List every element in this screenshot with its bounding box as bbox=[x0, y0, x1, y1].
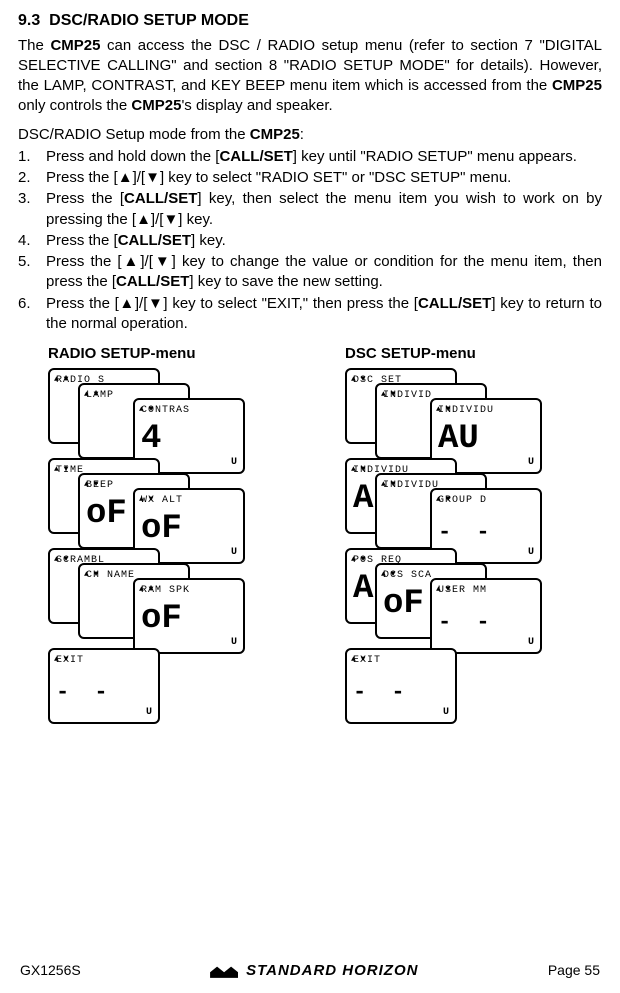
up-down-icon: ▲ ▼ bbox=[139, 586, 153, 594]
menus-row: RADIO SETUP-menu ▲ ▼RADIO S U▲ ▼LAMP U▲ … bbox=[18, 344, 602, 718]
up-down-icon: ▲ ▼ bbox=[54, 556, 68, 564]
up-down-icon: ▲ ▼ bbox=[436, 406, 450, 414]
radio-screen-stack: ▲ ▼RADIO S U▲ ▼LAMP U▲ ▼CONTRAS4U▲ ▼TIME… bbox=[48, 368, 305, 718]
page-footer: GX1256S STANDARD HORIZON Page 55 bbox=[0, 961, 620, 981]
up-down-icon: ▲ ▼ bbox=[436, 496, 450, 504]
up-down-icon: ▲ ▼ bbox=[139, 496, 153, 504]
step-4: Press the [CALL/SET] key. bbox=[18, 231, 602, 251]
footer-page: Page 55 bbox=[548, 961, 600, 980]
up-down-icon: ▲ ▼ bbox=[84, 391, 98, 399]
section-number: 9.3 bbox=[18, 12, 40, 29]
screen-body: 4 bbox=[141, 422, 237, 456]
dsc-screen-stack: ▲ ▼DSC SET U▲ ▼INDIVID U▲ ▼INDIVIDUAUU▲ … bbox=[345, 368, 602, 718]
step-2: Press the [▲]/[▼] key to select "RADIO S… bbox=[18, 168, 602, 188]
up-down-icon: ▲ ▼ bbox=[436, 586, 450, 594]
section-title-text: DSC/RADIO SETUP MODE bbox=[49, 12, 249, 29]
leadin: DSC/RADIO Setup mode from the CMP25: bbox=[18, 125, 602, 145]
up-down-icon: ▲ ▼ bbox=[54, 656, 68, 664]
screen-body: oF bbox=[141, 602, 237, 636]
screen-header: EXIT bbox=[353, 654, 449, 668]
footer-model: GX1256S bbox=[20, 961, 81, 980]
step-3: Press the [CALL/SET] key, then select th… bbox=[18, 189, 602, 230]
u-indicator: U bbox=[231, 546, 237, 560]
step-5: Press the [▲]/[▼] key to change the valu… bbox=[18, 252, 602, 293]
screen-body: oF bbox=[141, 512, 237, 546]
dsc-setup-title: DSC SETUP-menu bbox=[345, 344, 602, 364]
screen-body: - - bbox=[353, 678, 449, 708]
screen-header: GROUP D bbox=[438, 494, 534, 508]
section-heading: 9.3 DSC/RADIO SETUP MODE bbox=[18, 10, 602, 32]
up-down-icon: ▲ ▼ bbox=[381, 571, 395, 579]
up-down-icon: ▲ ▼ bbox=[381, 481, 395, 489]
steps-list: Press and hold down the [CALL/SET] key u… bbox=[18, 147, 602, 334]
up-down-icon: ▲ ▼ bbox=[54, 376, 68, 384]
up-down-icon: ▲ ▼ bbox=[381, 391, 395, 399]
screen-header: WX ALT bbox=[141, 494, 237, 508]
screen-header: INDIVIDU bbox=[438, 404, 534, 418]
lcd-screen: ▲ ▼USER MM - -U bbox=[430, 578, 542, 654]
screen-body: - - bbox=[438, 608, 534, 638]
lcd-screen: ▲ ▼EXIT - -U bbox=[345, 648, 457, 724]
u-indicator: U bbox=[443, 706, 449, 720]
up-down-icon: ▲ ▼ bbox=[54, 466, 68, 474]
brand-text: STANDARD HORIZON bbox=[246, 961, 418, 981]
screen-body: - - bbox=[438, 518, 534, 548]
u-indicator: U bbox=[231, 456, 237, 470]
step-6: Press the [▲]/[▼] key to select "EXIT," … bbox=[18, 294, 602, 335]
radio-setup-column: RADIO SETUP-menu ▲ ▼RADIO S U▲ ▼LAMP U▲ … bbox=[48, 344, 305, 718]
up-down-icon: ▲ ▼ bbox=[351, 656, 365, 664]
screen-header: RAM SPK bbox=[141, 584, 237, 598]
up-down-icon: ▲ ▼ bbox=[84, 571, 98, 579]
u-indicator: U bbox=[528, 456, 534, 470]
dsc-setup-column: DSC SETUP-menu ▲ ▼DSC SET U▲ ▼INDIVID U▲… bbox=[345, 344, 602, 718]
up-down-icon: ▲ ▼ bbox=[351, 556, 365, 564]
radio-setup-title: RADIO SETUP-menu bbox=[48, 344, 305, 364]
up-down-icon: ▲ ▼ bbox=[84, 481, 98, 489]
up-down-icon: ▲ ▼ bbox=[351, 376, 365, 384]
step-1: Press and hold down the [CALL/SET] key u… bbox=[18, 147, 602, 167]
up-down-icon: ▲ ▼ bbox=[139, 406, 153, 414]
u-indicator: U bbox=[528, 636, 534, 650]
brand-logo: STANDARD HORIZON bbox=[210, 961, 418, 981]
intro-paragraph: The CMP25 can access the DSC / RADIO set… bbox=[18, 36, 602, 117]
screen-header: EXIT bbox=[56, 654, 152, 668]
up-down-icon: ▲ ▼ bbox=[351, 466, 365, 474]
wave-icon bbox=[210, 964, 238, 978]
u-indicator: U bbox=[528, 546, 534, 560]
screen-body: - - bbox=[56, 678, 152, 708]
screen-body: AU bbox=[438, 422, 534, 456]
lcd-screen: ▲ ▼RAM SPK oFU bbox=[133, 578, 245, 654]
u-indicator: U bbox=[231, 636, 237, 650]
screen-header: USER MM bbox=[438, 584, 534, 598]
u-indicator: U bbox=[146, 706, 152, 720]
screen-header: CONTRAS bbox=[141, 404, 237, 418]
lcd-screen: ▲ ▼EXIT - -U bbox=[48, 648, 160, 724]
